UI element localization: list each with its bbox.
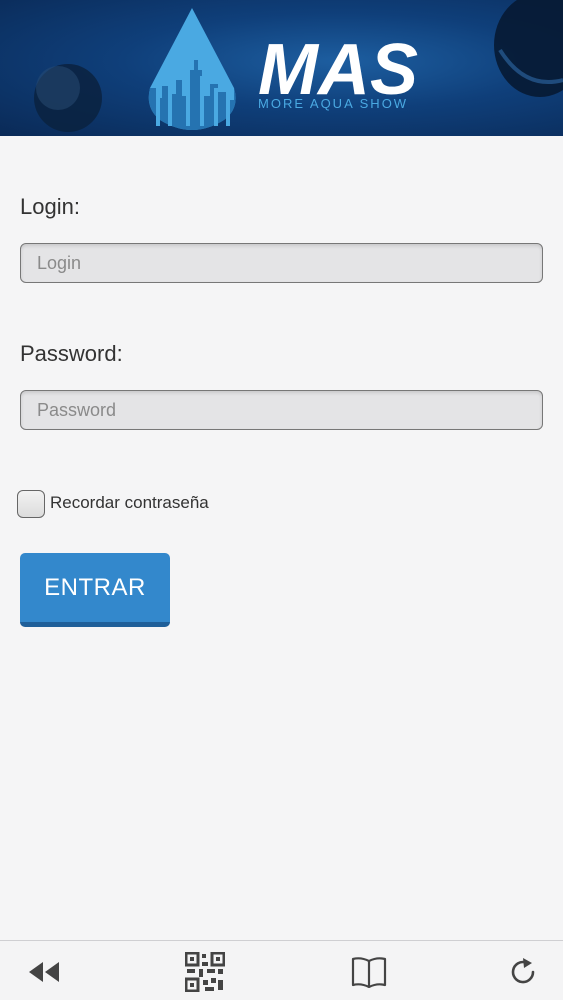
- logo-drop-icon: [148, 8, 236, 130]
- rewind-icon: [29, 962, 59, 982]
- qr-code-button[interactable]: [180, 949, 230, 995]
- refresh-button[interactable]: [498, 949, 548, 995]
- book-icon: [351, 957, 387, 988]
- password-label: Password:: [20, 341, 123, 366]
- login-label: Login:: [20, 194, 80, 219]
- bottom-toolbar: [0, 940, 563, 1000]
- login-input[interactable]: [20, 243, 543, 283]
- password-input[interactable]: [20, 390, 543, 430]
- remember-password-label[interactable]: Recordar contraseña: [50, 493, 209, 513]
- book-button[interactable]: [344, 949, 394, 995]
- enter-button[interactable]: ENTRAR: [20, 553, 170, 627]
- header-art: MAS MORE AQUA SHOW: [34, 0, 563, 132]
- refresh-icon: [511, 958, 535, 984]
- remember-password-checkbox[interactable]: [17, 490, 45, 518]
- header-banner: MAS MORE AQUA SHOW: [0, 0, 563, 136]
- qr-code-icon: [185, 952, 225, 992]
- rewind-button[interactable]: [19, 949, 69, 995]
- logo-subtitle: MORE AQUA SHOW: [258, 96, 408, 111]
